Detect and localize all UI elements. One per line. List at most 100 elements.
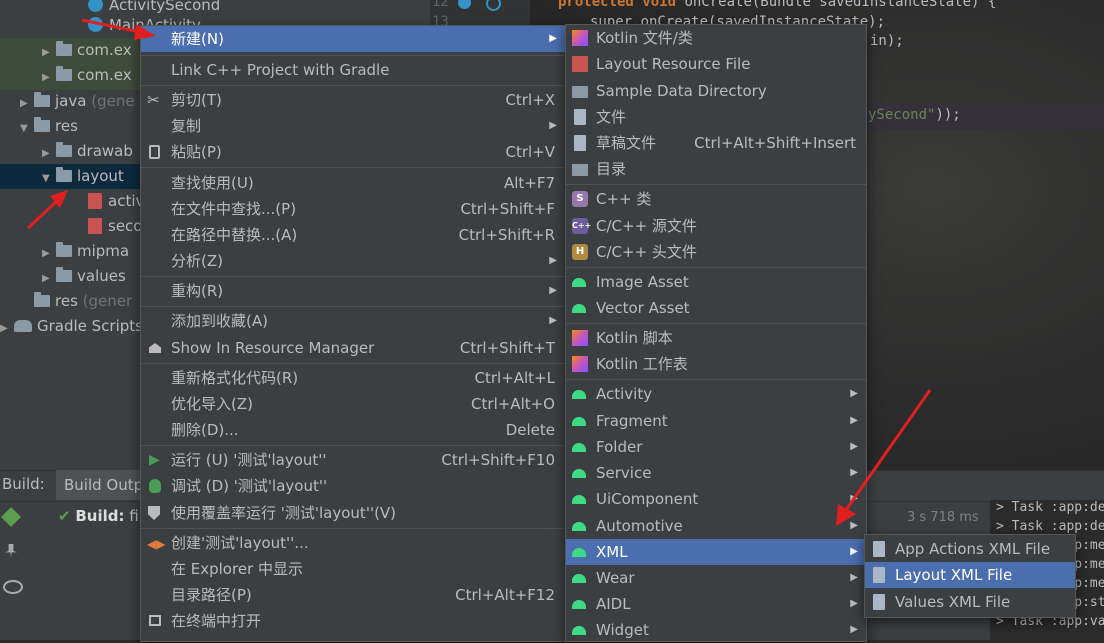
cpp-header-icon: H bbox=[572, 244, 588, 260]
collapse-arrow-icon[interactable]: ▼ bbox=[20, 116, 34, 141]
submenu-arrow-icon: ▶ bbox=[549, 120, 557, 131]
kotlin-script-icon bbox=[572, 330, 588, 346]
expand-arrow-icon[interactable]: ▶ bbox=[42, 40, 56, 65]
tree-item-values[interactable]: ▶ values bbox=[42, 264, 126, 289]
menu-item-create-config[interactable]: ◀▶ 创建'测试'layout''... bbox=[141, 530, 565, 556]
menu-item-optimize-imports[interactable]: 优化导入(Z) Ctrl+Alt+O bbox=[141, 391, 565, 417]
folder-icon bbox=[56, 167, 72, 182]
android-icon bbox=[572, 443, 586, 452]
tree-item-package-2[interactable]: ▶ com.ex bbox=[42, 63, 132, 88]
submenu-item-file[interactable]: 文件 bbox=[566, 104, 866, 130]
android-icon bbox=[572, 417, 586, 426]
submenu-item-aidl[interactable]: AIDL ▶ bbox=[566, 591, 866, 617]
menu-item-link-cpp[interactable]: Link C++ Project with Gradle bbox=[141, 57, 565, 83]
submenu-arrow-icon: ▶ bbox=[850, 598, 858, 609]
android-icon bbox=[572, 469, 586, 478]
expand-arrow-icon[interactable]: ▶ bbox=[20, 91, 34, 116]
kotlin-file-icon bbox=[572, 30, 588, 46]
android-icon bbox=[572, 600, 586, 609]
create-config-icon: ◀▶ bbox=[147, 537, 166, 551]
menu-item-directory-path[interactable]: 目录路径(P) Ctrl+Alt+F12 bbox=[141, 582, 565, 608]
tree-item-mipmap[interactable]: ▶ mipma bbox=[42, 239, 129, 264]
submenu-arrow-icon: ▶ bbox=[850, 624, 858, 635]
package-folder-icon bbox=[56, 66, 72, 81]
submenu-item-activity[interactable]: Activity ▶ bbox=[566, 381, 866, 407]
submenu-item-folder[interactable]: Folder ▶ bbox=[566, 434, 866, 460]
expand-arrow-icon[interactable]: ▶ bbox=[42, 241, 56, 266]
submenu-item-scratch-file[interactable]: 草稿文件 Ctrl+Alt+Shift+Insert bbox=[566, 130, 866, 156]
xml-item-app-actions[interactable]: App Actions XML File bbox=[865, 536, 1075, 562]
submenu-item-wear[interactable]: Wear ▶ bbox=[566, 565, 866, 591]
code-line-3: in); bbox=[870, 33, 904, 49]
expand-arrow-icon[interactable]: ▶ bbox=[42, 266, 56, 291]
submenu-item-kotlin-script[interactable]: Kotlin 脚本 bbox=[566, 325, 866, 351]
menu-item-debug[interactable]: 调试 (D) '测试'layout'' bbox=[141, 473, 565, 499]
tree-item-package-1[interactable]: ▶ com.ex bbox=[42, 38, 132, 63]
eye-icon[interactable] bbox=[3, 580, 23, 594]
hammer-icon[interactable] bbox=[1, 507, 21, 527]
menu-item-analyze[interactable]: 分析(Z) ▶ bbox=[141, 248, 565, 274]
submenu-item-vector-asset[interactable]: Vector Asset bbox=[566, 295, 866, 321]
submenu-item-layout-resource[interactable]: Layout Resource File bbox=[566, 51, 866, 77]
submenu-item-cpp-class[interactable]: S C++ 类 bbox=[566, 186, 866, 212]
menu-item-delete[interactable]: 删除(D)... Delete bbox=[141, 417, 565, 443]
menu-separator bbox=[566, 323, 866, 324]
xml-item-values-xml[interactable]: Values XML File bbox=[865, 589, 1075, 615]
menu-separator bbox=[566, 379, 866, 380]
tree-item-res-generated[interactable]: res (gener bbox=[20, 289, 132, 314]
submenu-item-cpp-source[interactable]: C++ C/C++ 源文件 bbox=[566, 213, 866, 239]
tree-item-res[interactable]: ▼ res bbox=[20, 114, 78, 139]
menu-item-show-in-explorer[interactable]: 在 Explorer 中显示 bbox=[141, 556, 565, 582]
tree-item-activity-layout[interactable]: activ bbox=[88, 189, 144, 214]
menu-item-add-favorites[interactable]: 添加到收藏(A) ▶ bbox=[141, 308, 565, 334]
submenu-item-sample-data[interactable]: Sample Data Directory bbox=[566, 78, 866, 104]
check-icon: ✔ bbox=[58, 507, 71, 525]
build-tab-label: Build: bbox=[2, 475, 45, 493]
menu-item-replace-in-path[interactable]: 在路径中替换...(A) Ctrl+Shift+R bbox=[141, 222, 565, 248]
folder-icon bbox=[34, 292, 50, 307]
folder-icon bbox=[572, 164, 588, 176]
debug-gutter-icon[interactable] bbox=[486, 0, 501, 11]
submenu-item-image-asset[interactable]: Image Asset bbox=[566, 269, 866, 295]
menu-item-new[interactable]: 新建(N) ▶ bbox=[141, 26, 565, 52]
build-status[interactable]: ✔ Build: fir bbox=[58, 507, 145, 525]
submenu-item-service[interactable]: Service ▶ bbox=[566, 460, 866, 486]
tree-item-layout[interactable]: ▼ layout bbox=[0, 164, 140, 189]
menu-item-paste[interactable]: 粘贴(P) Ctrl+V bbox=[141, 139, 565, 165]
menu-item-cut[interactable]: ✂ 剪切(T) Ctrl+X bbox=[141, 87, 565, 113]
build-output-tab[interactable]: Build Outp bbox=[56, 470, 152, 500]
menu-item-resource-manager[interactable]: Show In Resource Manager Ctrl+Shift+T bbox=[141, 335, 565, 361]
tree-item-second-layout[interactable]: seco bbox=[88, 214, 142, 239]
menu-item-copy[interactable]: 复制 ▶ bbox=[141, 113, 565, 139]
submenu-item-widget[interactable]: Widget ▶ bbox=[566, 617, 866, 643]
xml-item-layout-xml[interactable]: Layout XML File bbox=[865, 562, 1075, 588]
menu-item-run-coverage[interactable]: 使用覆盖率运行 '测试'layout''(V) bbox=[141, 500, 565, 526]
submenu-arrow-icon: ▶ bbox=[850, 520, 858, 531]
class-icon bbox=[88, 17, 103, 32]
android-icon bbox=[572, 522, 586, 531]
submenu-item-directory[interactable]: 目录 bbox=[566, 156, 866, 182]
menu-item-open-terminal[interactable]: 在终端中打开 bbox=[141, 608, 565, 634]
submenu-item-xml[interactable]: XML ▶ bbox=[566, 539, 866, 565]
submenu-item-kotlin-file[interactable]: Kotlin 文件/类 bbox=[566, 25, 866, 51]
expand-arrow-icon[interactable]: ▶ bbox=[42, 141, 56, 166]
submenu-item-fragment[interactable]: Fragment ▶ bbox=[566, 408, 866, 434]
menu-item-run[interactable]: ▶ 运行 (U) '测试'layout'' Ctrl+Shift+F10 bbox=[141, 447, 565, 473]
collapse-arrow-icon[interactable]: ▼ bbox=[42, 166, 56, 191]
menu-item-reformat-code[interactable]: 重新格式化代码(R) Ctrl+Alt+L bbox=[141, 365, 565, 391]
tree-item-drawable[interactable]: ▶ drawab bbox=[42, 139, 133, 164]
menu-item-find-in-files[interactable]: 在文件中查找...(P) Ctrl+Shift+F bbox=[141, 196, 565, 222]
expand-arrow-icon[interactable]: ▶ bbox=[42, 65, 56, 90]
submenu-item-cpp-header[interactable]: H C/C++ 头文件 bbox=[566, 239, 866, 265]
tree-item-gradle-scripts[interactable]: ▶ Gradle Scripts bbox=[0, 314, 143, 339]
expand-arrow-icon[interactable]: ▶ bbox=[0, 316, 14, 341]
override-gutter-icon[interactable] bbox=[458, 0, 471, 9]
submenu-item-automotive[interactable]: Automotive ▶ bbox=[566, 513, 866, 539]
submenu-item-uicomponent[interactable]: UiComponent ▶ bbox=[566, 486, 866, 512]
menu-item-refactor[interactable]: 重构(R) ▶ bbox=[141, 278, 565, 304]
layout-file-icon bbox=[572, 56, 588, 72]
pin-icon[interactable] bbox=[5, 544, 17, 558]
submenu-item-kotlin-worksheet[interactable]: Kotlin 工作表 bbox=[566, 351, 866, 377]
menu-item-find-usages[interactable]: 查找使用(U) Alt+F7 bbox=[141, 170, 565, 196]
tree-item-java-generated[interactable]: ▶ java (gene bbox=[20, 89, 135, 114]
